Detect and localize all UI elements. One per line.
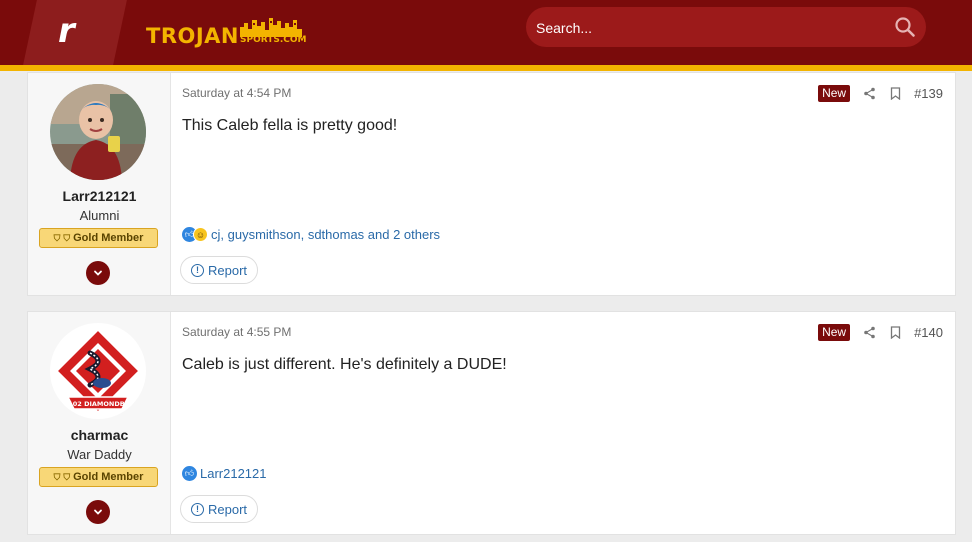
bookmark-icon[interactable]	[888, 326, 902, 340]
share-icon[interactable]	[862, 87, 876, 101]
avatar-emblem-text: VFA-102 DIAMONDBACKS	[52, 400, 145, 408]
post-body: Caleb is just different. He's definitely…	[182, 356, 507, 373]
post-actions: New #139	[818, 85, 943, 102]
site-logo[interactable]: TROJAN SPORTS.COM	[146, 13, 307, 48]
site-logo-text: TROJAN	[146, 24, 239, 48]
username[interactable]: charmac	[28, 427, 171, 443]
share-icon[interactable]	[862, 326, 876, 340]
post-content: Saturday at 4:54 PM New #139 This Caleb …	[171, 73, 955, 295]
user-info: Larr212121 Alumni ⛉ ⛉ Gold Member	[28, 73, 171, 295]
report-label: Report	[208, 501, 248, 517]
search-input[interactable]: Search...	[536, 20, 592, 36]
report-button[interactable]: ! Report	[180, 495, 259, 523]
reactions-list[interactable]: Larr212121	[200, 466, 267, 481]
bookmark-icon[interactable]	[888, 87, 902, 101]
info-icon: !	[191, 263, 204, 277]
avatar[interactable]: VFA-102 DIAMONDBACKS	[50, 323, 146, 419]
search-bar[interactable]: Search...	[526, 7, 926, 47]
reactions-list[interactable]: cj, guysmithson, sdthomas and 2 others	[211, 227, 440, 242]
reactions-bar[interactable]: 👍︎ ☺ cj, guysmithson, sdthomas and 2 oth…	[182, 227, 440, 242]
header-accent-stripe	[0, 65, 972, 71]
rivals-logo[interactable]: r	[58, 11, 75, 51]
expand-user-button[interactable]	[86, 500, 110, 524]
new-badge: New	[818, 85, 851, 102]
search-icon[interactable]	[894, 16, 916, 38]
post-content: Saturday at 4:55 PM New #140 Caleb is ju…	[171, 312, 955, 534]
report-label: Report	[208, 262, 248, 278]
username[interactable]: Larr212121	[28, 188, 171, 204]
shield-icon: ⛉	[63, 232, 71, 243]
gold-member-badge: ⛉ ⛉ Gold Member	[39, 467, 158, 487]
like-reaction-icon: 👍︎	[182, 466, 197, 481]
shield-icon: ⛉	[53, 471, 61, 482]
expand-user-button[interactable]	[86, 261, 110, 285]
site-header: r TROJAN SPORTS.COM Search...	[0, 0, 972, 65]
badge-label: Gold Member	[73, 232, 144, 244]
post-number-link[interactable]: #139	[914, 86, 943, 101]
skyline-icon: SPORTS.COM	[240, 17, 307, 47]
post-number-link[interactable]: #140	[914, 325, 943, 340]
shield-icon: ⛉	[53, 232, 61, 243]
post-timestamp[interactable]: Saturday at 4:54 PM	[182, 86, 291, 100]
chevron-down-icon	[94, 509, 102, 515]
report-button[interactable]: ! Report	[180, 256, 259, 284]
reactions-bar[interactable]: 👍︎ Larr212121	[182, 466, 267, 481]
shield-icon: ⛉	[63, 471, 71, 482]
post: Larr212121 Alumni ⛉ ⛉ Gold Member Saturd…	[27, 72, 956, 296]
chevron-down-icon	[94, 270, 102, 276]
site-logo-subtext: SPORTS.COM	[240, 35, 307, 45]
new-badge: New	[818, 324, 851, 341]
post-body: This Caleb fella is pretty good!	[182, 117, 398, 134]
user-info: VFA-102 DIAMONDBACKS charmac War Daddy ⛉…	[28, 312, 171, 534]
post-actions: New #140	[818, 324, 943, 341]
avatar[interactable]	[50, 84, 146, 180]
badge-label: Gold Member	[73, 471, 144, 483]
gold-member-badge: ⛉ ⛉ Gold Member	[39, 228, 158, 248]
user-title: War Daddy	[67, 447, 132, 462]
post: VFA-102 DIAMONDBACKS charmac War Daddy ⛉…	[27, 311, 956, 535]
info-icon: !	[191, 502, 204, 516]
rivals-logo-slab	[23, 0, 127, 65]
laugh-reaction-icon: ☺	[193, 227, 208, 242]
user-title: Alumni	[79, 208, 120, 223]
post-timestamp[interactable]: Saturday at 4:55 PM	[182, 325, 291, 339]
